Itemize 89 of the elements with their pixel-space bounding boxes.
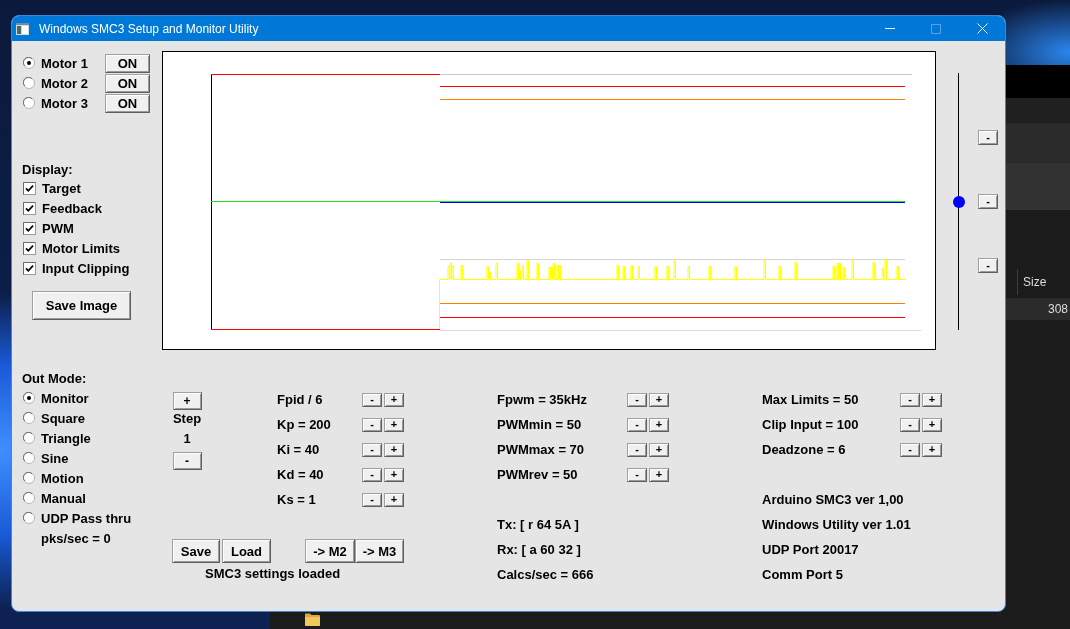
version-info: UDP Port 20017	[762, 541, 859, 558]
minus-button[interactable]: -	[172, 452, 202, 470]
parameter-label: Ki = 40	[277, 441, 320, 458]
step-label: Step	[172, 411, 202, 427]
minus-button[interactable]: -	[900, 417, 920, 432]
table-cell: 308	[1047, 302, 1068, 316]
parameter-label: Kd = 40	[277, 466, 324, 483]
plus-button[interactable]: +	[384, 467, 404, 482]
parameter-label: Deadzone = 6	[762, 441, 846, 458]
display-checkbox[interactable]: Motor Limits	[22, 238, 120, 258]
minus-button[interactable]: -	[627, 392, 647, 407]
display-checkbox[interactable]: Input Clipping	[22, 258, 130, 278]
display-label: Display:	[22, 162, 73, 178]
toolbar	[1006, 123, 1070, 163]
parameter-label: Clip Input = 100	[762, 416, 859, 433]
out-mode-label: Out Mode:	[22, 371, 87, 387]
plus-button[interactable]: +	[384, 417, 404, 432]
window-title: Windows SMC3 Setup and Monitor Utility	[39, 21, 259, 36]
plus-button[interactable]: +	[384, 442, 404, 457]
version-info: Arduino SMC3 ver 1,00	[762, 491, 904, 508]
mode-radio[interactable]: Sine	[22, 448, 132, 468]
window-title-bar	[1006, 65, 1070, 98]
parameter-label: Ks = 1	[277, 491, 316, 508]
address-bar	[1006, 163, 1070, 210]
minus-button[interactable]: -	[362, 467, 382, 482]
folder-icon	[305, 613, 320, 626]
motor-radio[interactable]: Motor 1	[22, 53, 105, 73]
plus-button[interactable]: +	[649, 392, 669, 407]
copy-button[interactable]: -> M2	[305, 539, 355, 563]
on-button[interactable]: ON	[105, 73, 150, 93]
minus-button[interactable]: -	[627, 417, 647, 432]
parameter-label: Kp = 200	[277, 416, 331, 433]
status-message: SMC3 settings loaded	[205, 566, 341, 582]
comm-info: Calcs/sec = 666	[497, 566, 594, 583]
minus-button[interactable]: -	[362, 392, 382, 407]
parameter-label: Fpid / 6	[277, 391, 323, 408]
display-checkbox[interactable]: Feedback	[22, 198, 102, 218]
mode-radio[interactable]: Monitor	[22, 388, 132, 408]
parameter-label: PWMmin = 50	[497, 416, 582, 433]
mode-radio[interactable]: Triangle	[22, 428, 132, 448]
save-button[interactable]: Save	[172, 539, 220, 563]
close-icon[interactable]	[976, 23, 988, 34]
minus-button[interactable]: -	[900, 442, 920, 457]
minus-button[interactable]: -	[978, 130, 998, 145]
minus-button[interactable]: -	[978, 194, 998, 209]
file-row[interactable]: 308	[1006, 298, 1070, 320]
on-button[interactable]: ON	[105, 93, 150, 113]
minus-button[interactable]: -	[362, 492, 382, 507]
minus-button[interactable]: -	[362, 442, 382, 457]
tab-bar	[1006, 98, 1070, 123]
plus-button[interactable]: +	[649, 467, 669, 482]
plus-button[interactable]: +	[922, 442, 942, 457]
copy-button[interactable]: -> M3	[355, 539, 404, 563]
step-value: 1	[183, 431, 191, 447]
mode-radio[interactable]: Square	[22, 408, 132, 428]
display-checkbox[interactable]: PWM	[22, 218, 74, 238]
plus-button[interactable]: +	[384, 492, 404, 507]
save-image-button[interactable]: Save Image	[32, 291, 131, 320]
minus-button[interactable]: -	[978, 258, 998, 273]
parameter-label: PWMmax = 70	[497, 441, 585, 458]
plus-button[interactable]: +	[384, 392, 404, 407]
mode-radio[interactable]: UDP Pass thru	[22, 508, 132, 528]
app-icon	[16, 22, 29, 35]
parameter-label: PWMrev = 50	[497, 466, 578, 483]
parameter-label: Max Limits = 50	[762, 391, 859, 408]
motor-radio[interactable]: Motor 2	[22, 73, 105, 93]
column-header[interactable]: Size	[1023, 274, 1047, 289]
mode-radio[interactable]: Manual	[22, 488, 132, 508]
slider-thumb[interactable]	[952, 195, 965, 208]
plus-button[interactable]: +	[172, 392, 202, 410]
minus-button[interactable]: -	[900, 392, 920, 407]
comm-info: Rx: [ a 60 32 ]	[497, 541, 581, 558]
version-info: Comm Port 5	[762, 566, 843, 583]
plus-button[interactable]: +	[649, 417, 669, 432]
comm-info: Tx: [ r 64 5A ]	[497, 516, 579, 533]
minus-button[interactable]: -	[627, 467, 647, 482]
plus-button[interactable]: +	[922, 417, 942, 432]
packet-rate: pks/sec = 0	[41, 531, 111, 547]
mode-radio[interactable]: Motion	[22, 468, 132, 488]
plus-button[interactable]: +	[922, 392, 942, 407]
version-info: Windows Utility ver 1.01	[762, 516, 911, 533]
display-checkbox[interactable]: Target	[22, 178, 81, 198]
plus-button[interactable]: +	[649, 442, 669, 457]
minus-button[interactable]: -	[362, 417, 382, 432]
load-button[interactable]: Load	[222, 539, 271, 563]
minus-button[interactable]: -	[627, 442, 647, 457]
on-button[interactable]: ON	[105, 53, 150, 73]
motor-radio[interactable]: Motor 3	[22, 93, 105, 113]
parameter-label: Fpwm = 35kHz	[497, 391, 587, 408]
